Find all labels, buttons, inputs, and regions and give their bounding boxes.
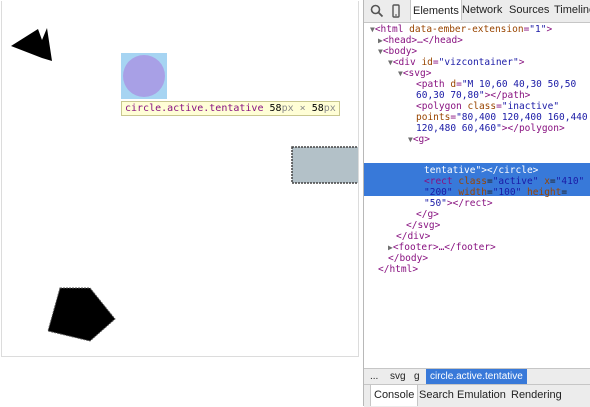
dom-node-rect-end[interactable]: "50"></rect> (424, 198, 493, 209)
devtools-toolbar: Elements Network Sources Timeline (364, 0, 590, 23)
tooltip-times: × (299, 103, 306, 114)
dom-node-polygon[interactable]: <polygon class="inactive" (416, 101, 559, 112)
drawer-tab-console[interactable]: Console (370, 385, 419, 406)
breadcrumb-ellipsis[interactable]: ... (370, 371, 378, 382)
drawer-tab-search[interactable]: Search (419, 389, 454, 401)
viz-path-shape[interactable] (11, 28, 52, 61)
tooltip-unit-2: px (323, 103, 336, 114)
tab-elements[interactable]: Elements (410, 0, 462, 20)
dom-node-rect[interactable]: <rect class="active" x="410" y= (424, 176, 590, 187)
tab-sources[interactable]: Sources (509, 4, 549, 16)
breadcrumb-g[interactable]: g (414, 371, 420, 382)
dom-node-html[interactable]: ▼<html data-ember-extension="1"> (370, 24, 552, 35)
dom-node-path[interactable]: <path d="M 10,60 40,30 50,50 (416, 79, 576, 90)
tooltip-selector: circle.active.tentative (125, 103, 264, 114)
dom-node-footer[interactable]: ▶<footer>…</footer> (388, 242, 496, 253)
breadcrumb-svg[interactable]: svg (390, 371, 406, 382)
tab-network[interactable]: Network (462, 4, 502, 16)
viz-polygon-inactive[interactable] (47, 287, 116, 342)
dom-node-g-close[interactable]: </g> (416, 209, 439, 220)
dom-node-div-close[interactable]: </div> (396, 231, 430, 242)
dom-node-path-cont[interactable]: 60,30 70,80"></path> (416, 90, 530, 101)
viz-rect-active[interactable] (291, 146, 358, 184)
dom-node-circle-cont[interactable]: "30" class="active (424, 154, 527, 165)
viz-svg (11, 28, 358, 342)
drawer-tab-emulation[interactable]: Emulation (457, 389, 506, 401)
search-icon[interactable] (369, 3, 385, 19)
dom-node-rect-cont[interactable]: "200" width="100" height= (424, 187, 567, 198)
dom-node-polygon-cont[interactable]: 120,480 60,460"></polygon> (416, 123, 565, 134)
dom-node-circle-selected[interactable]: <circle cy="100" cx="200" r= (424, 143, 584, 154)
dom-node-body-close[interactable]: </body> (388, 253, 428, 264)
tooltip-unit: px (281, 103, 294, 114)
tab-timeline[interactable]: Timeline (554, 4, 590, 16)
dom-node-body[interactable]: ▼<body> (378, 46, 417, 57)
viz-container: circle.active.tentative 58px × 58px (1, 1, 359, 357)
dom-node-html-close[interactable]: </html> (378, 264, 418, 275)
drawer-tabbar: Console Search Emulation Rendering (364, 384, 590, 407)
dom-node-div[interactable]: ▼<div id="vizcontainer"> (388, 57, 524, 68)
page-viewport: circle.active.tentative 58px × 58px (0, 0, 363, 406)
breadcrumb: ... svg g circle.active.tentative (364, 368, 590, 385)
dom-node-polygon-points[interactable]: points="80,400 120,400 160,440 (416, 112, 588, 123)
tooltip-width: 58 (269, 103, 282, 114)
devtools-panel: Elements Network Sources Timeline ▼<html… (363, 0, 590, 407)
dom-node-svg[interactable]: ▼<svg> (398, 68, 431, 79)
drawer-tab-rendering[interactable]: Rendering (511, 389, 562, 401)
tooltip-height: 58 (311, 103, 324, 114)
dom-node-circle-end[interactable]: tentative"></circle> (424, 165, 538, 176)
element-size-tooltip: circle.active.tentative 58px × 58px (121, 101, 340, 116)
breadcrumb-circle[interactable]: circle.active.tentative (426, 369, 527, 385)
dom-node-head[interactable]: ▶<head>…</head> (378, 35, 463, 46)
dom-node-svg-close[interactable]: </svg> (406, 220, 440, 231)
device-mode-icon[interactable] (388, 3, 404, 19)
viz-circle-active-tentative[interactable] (123, 55, 165, 97)
